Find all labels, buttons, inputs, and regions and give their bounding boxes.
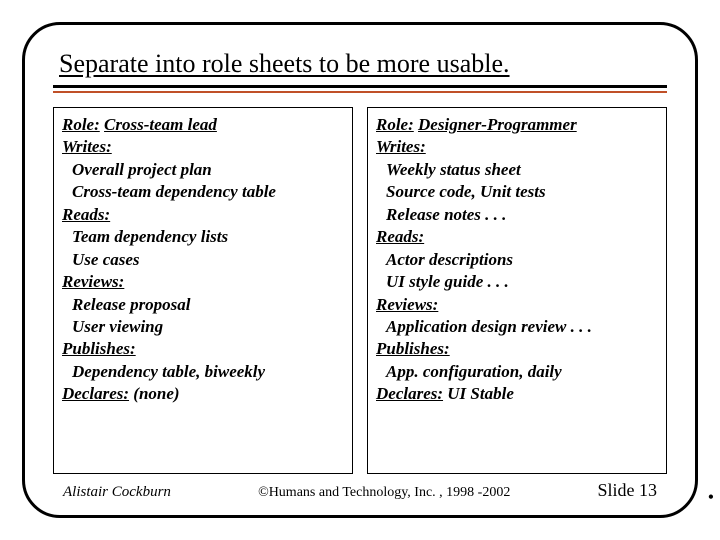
writes-label: Writes: (62, 136, 344, 158)
role-columns: Role: Cross-team lead Writes: Overall pr… (53, 107, 667, 474)
slide-title: Separate into role sheets to be more usa… (59, 49, 510, 78)
decorative-dot: • (708, 487, 714, 508)
publishes-label: Publishes: (376, 338, 658, 360)
reads-item: Use cases (62, 249, 344, 271)
declares-label: Declares: (376, 384, 443, 403)
role-name: Designer-Programmer (418, 115, 577, 134)
role-name: Cross-team lead (104, 115, 217, 134)
role-box-right: Role: Designer-Programmer Writes: Weekly… (367, 107, 667, 474)
declares-value: UI Stable (447, 384, 514, 403)
publishes-item: Dependency table, biweekly (62, 361, 344, 383)
reads-item: UI style guide . . . (376, 271, 658, 293)
declares-label: Declares: (62, 384, 129, 403)
declares-value: (none) (133, 384, 179, 403)
reviews-item: Application design review . . . (376, 316, 658, 338)
writes-item: Cross-team dependency table (62, 181, 344, 203)
publishes-item: App. configuration, daily (376, 361, 658, 383)
writes-item: Source code, Unit tests (376, 181, 658, 203)
writes-item: Release notes . . . (376, 204, 658, 226)
reviews-label: Reviews: (376, 294, 658, 316)
slide-frame: Separate into role sheets to be more usa… (22, 22, 698, 518)
writes-item: Weekly status sheet (376, 159, 658, 181)
role-box-left: Role: Cross-team lead Writes: Overall pr… (53, 107, 353, 474)
reads-item: Team dependency lists (62, 226, 344, 248)
footer-slide-number: Slide 13 (597, 480, 657, 501)
writes-label: Writes: (376, 136, 658, 158)
footer: Alistair Cockburn ©Humans and Technology… (53, 474, 667, 501)
reads-label: Reads: (376, 226, 658, 248)
role-label: Role: (376, 115, 414, 134)
reads-label: Reads: (62, 204, 344, 226)
role-label: Role: (62, 115, 100, 134)
footer-author: Alistair Cockburn (63, 484, 171, 501)
title-block: Separate into role sheets to be more usa… (53, 49, 667, 88)
writes-item: Overall project plan (62, 159, 344, 181)
footer-copyright: ©Humans and Technology, Inc. , 1998 -200… (258, 485, 510, 501)
reads-item: Actor descriptions (376, 249, 658, 271)
reviews-item: User viewing (62, 316, 344, 338)
reviews-item: Release proposal (62, 294, 344, 316)
publishes-label: Publishes: (62, 338, 344, 360)
accent-line (53, 91, 667, 93)
reviews-label: Reviews: (62, 271, 344, 293)
